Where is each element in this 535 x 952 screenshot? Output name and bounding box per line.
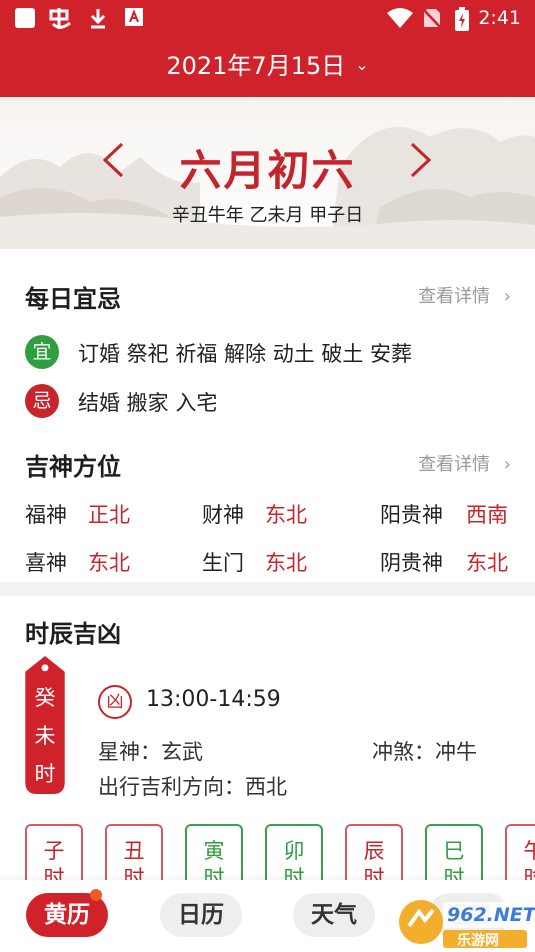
date-selector[interactable]: 2021年7月15日 ⌄ (0, 46, 535, 81)
yangguishen-value: 西南 (466, 503, 508, 527)
xishen-label: 喜神 (25, 551, 67, 575)
watermark-logo: 962.NET 乐游网 (395, 892, 535, 950)
hour-name: 午 (523, 839, 535, 863)
font-icon (124, 7, 144, 31)
hour-name: 丑 (123, 839, 145, 863)
hour-name: 辰 (363, 839, 385, 863)
hour-name: 卯 (283, 839, 305, 863)
hour-name: 子 (43, 839, 65, 863)
hour-item-si[interactable]: 巳时 (425, 824, 483, 886)
status-badge: 凶 (98, 685, 132, 719)
chevron-right-icon: › (503, 286, 511, 307)
hour-item-chou[interactable]: 丑时 (105, 824, 163, 886)
star-god: 星神：玄武 (98, 740, 203, 764)
tag-char: 未 (34, 724, 56, 748)
notification-dot (90, 889, 102, 901)
shengmen-label: 生门 (202, 551, 244, 575)
battery-charging-icon (455, 7, 469, 35)
yangguishen-label: 阳贵神 (380, 503, 443, 527)
chevron-right-icon: › (503, 454, 511, 475)
chevron-right-icon (410, 142, 432, 178)
xishen-value: 东北 (88, 551, 130, 575)
watermark-sub: 乐游网 (457, 933, 499, 949)
ganzhi-text: 辛丑牛年 乙未月 甲子日 (171, 205, 364, 226)
yiji-more-label: 查看详情 (418, 286, 491, 307)
wifi-icon (386, 7, 414, 33)
status-time: 2:41 (478, 7, 521, 29)
yinguishen-value: 东北 (466, 551, 508, 575)
tab-rili[interactable]: 日历 (160, 893, 242, 937)
watermark-text: 962.NET (447, 904, 535, 926)
no-sim-icon (422, 7, 442, 33)
hour-item-zi[interactable]: 子时 (25, 824, 83, 886)
jishen-more-link[interactable]: 查看详情 › (418, 450, 511, 476)
fushen-value: 正北 (88, 503, 130, 527)
status-bar: 2:41 (0, 0, 535, 36)
tab-label: 黄历 (44, 901, 90, 928)
hour-item-yin[interactable]: 寅时 (185, 824, 243, 886)
shichen-card: 时辰吉凶 癸 未 时 凶 13:00-14:59 星神：玄武 冲煞：冲牛 出行吉… (0, 596, 535, 886)
jishen-title: 吉神方位 (25, 453, 121, 481)
daily-card: 每日宜忌 查看详情 › 宜 订婚 祭祀 祈福 解除 动土 破土 安葬 忌 结婚 … (0, 249, 535, 582)
ji-text: 结婚 搬家 入宅 (78, 391, 218, 415)
lunar-date: 六月初六 (179, 146, 356, 195)
selected-date: 2021年7月15日 (166, 52, 346, 80)
yinguishen-label: 阴贵神 (380, 551, 443, 575)
tab-tianqi[interactable]: 天气 (293, 893, 375, 937)
shichen-title: 时辰吉凶 (25, 620, 121, 648)
shengmen-value: 东北 (265, 551, 307, 575)
app-screen: 2:41 2021年7月15日 ⌄ 六月初六 辛丑牛年 乙未月 甲子日 每日宜忌 … (0, 0, 535, 952)
yiji-more-link[interactable]: 查看详情 › (418, 282, 511, 308)
ji-badge: 忌 (25, 384, 59, 418)
yiji-title: 每日宜忌 (25, 285, 121, 313)
app-icon (48, 7, 74, 35)
chong-sha: 冲煞：冲牛 (372, 740, 477, 764)
square-icon (14, 7, 36, 33)
time-range: 13:00-14:59 (146, 687, 281, 712)
tag-char: 癸 (34, 686, 56, 710)
download-icon (88, 7, 108, 33)
chevron-down-icon: ⌄ (355, 55, 369, 74)
caishen-label: 财神 (202, 503, 244, 527)
top-header: 2:41 2021年7月15日 ⌄ (0, 0, 535, 97)
fushen-label: 福神 (25, 503, 67, 527)
hour-item-mao[interactable]: 卯时 (265, 824, 323, 886)
hour-name: 寅 (203, 839, 225, 863)
yi-badge: 宜 (25, 335, 59, 369)
hour-item-wu[interactable]: 午时 (505, 824, 535, 886)
caishen-value: 东北 (265, 503, 307, 527)
lunar-hero: 六月初六 辛丑牛年 乙未月 甲子日 (0, 97, 535, 249)
hour-item-chen[interactable]: 辰时 (345, 824, 403, 886)
yi-text: 订婚 祭祀 祈福 解除 动土 破土 安葬 (78, 342, 413, 366)
hour-name: 巳 (443, 839, 465, 863)
tab-label: 天气 (311, 901, 357, 928)
jishen-more-label: 查看详情 (418, 454, 491, 475)
tag-char: 时 (34, 762, 56, 786)
next-day-button[interactable] (408, 142, 434, 188)
lucky-direction: 出行吉利方向：西北 (98, 775, 287, 799)
tab-label: 日历 (178, 901, 224, 928)
